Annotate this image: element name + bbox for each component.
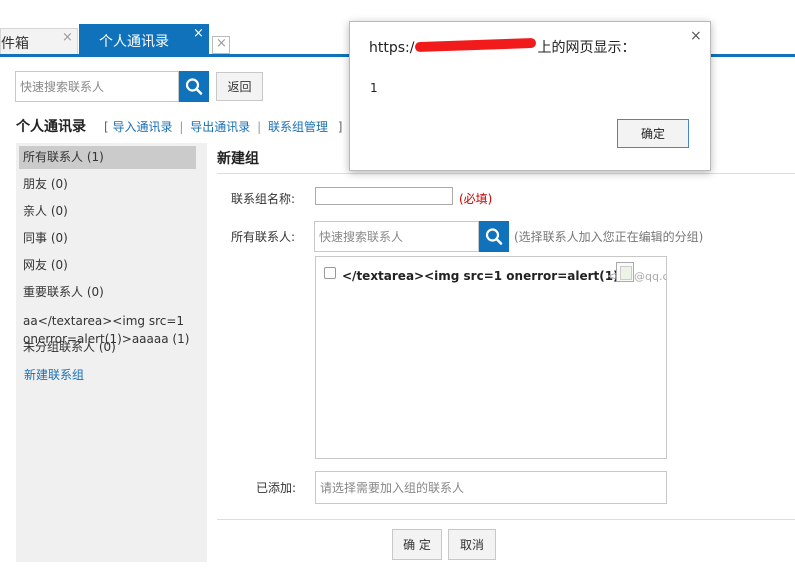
tab-broken-close-icon[interactable]: × bbox=[216, 36, 227, 51]
tab-contacts[interactable]: 个人通讯录 × bbox=[79, 24, 209, 55]
contact-checkbox[interactable] bbox=[324, 267, 336, 279]
redaction-mark bbox=[415, 37, 537, 53]
import-contacts-link[interactable]: 导入通讯录 bbox=[113, 120, 173, 134]
back-button[interactable]: 返回 bbox=[216, 72, 263, 101]
form-contact-search-input[interactable] bbox=[314, 221, 479, 252]
top-header-strip bbox=[0, 0, 795, 6]
tab-mail-label: 件箱 bbox=[1, 36, 29, 52]
group-name-label: 联系组名称: bbox=[231, 192, 296, 206]
sidebar-item-ungrouped[interactable]: 未分组联系人 (0) bbox=[23, 338, 116, 355]
export-contacts-link[interactable]: 导出通讯录 bbox=[190, 120, 250, 134]
tab-mail[interactable]: 件箱 × bbox=[0, 28, 78, 54]
alert-dialog: https:/ 上的网页显示： × 1 确定 bbox=[349, 21, 711, 171]
tab-broken-image-icon[interactable]: × bbox=[212, 36, 230, 54]
dialog-message: 1 bbox=[370, 81, 378, 95]
dialog-title-prefix: https:/ bbox=[369, 40, 415, 56]
magnifier-icon bbox=[485, 228, 503, 245]
confirm-button[interactable]: 确 定 bbox=[392, 529, 442, 560]
section-title: 个人通讯录 bbox=[16, 119, 86, 135]
form-divider bbox=[217, 173, 795, 174]
dialog-close-icon[interactable]: × bbox=[690, 28, 702, 44]
cancel-button[interactable]: 取消 bbox=[448, 529, 496, 560]
dialog-title: https:/ 上的网页显示： bbox=[369, 37, 635, 57]
tab-contacts-label: 个人通讯录 bbox=[99, 34, 169, 50]
added-label: 已添加: bbox=[256, 481, 297, 495]
added-contacts-input[interactable] bbox=[315, 471, 667, 504]
broken-image-icon bbox=[616, 262, 634, 282]
magnifier-icon bbox=[185, 78, 203, 95]
link-separator: | bbox=[257, 120, 262, 134]
bracket-open: [ bbox=[104, 120, 109, 134]
sidebar-item-friends[interactable]: 朋友 (0) bbox=[19, 173, 196, 196]
dialog-title-suffix: 上的网页显示： bbox=[537, 40, 636, 56]
select-hint: (选择联系人加入您正在编辑的分组) bbox=[514, 230, 704, 244]
sidebar-item-all-contacts[interactable]: 所有联系人 (1) bbox=[19, 146, 196, 169]
sidebar-item-family[interactable]: 亲人 (0) bbox=[19, 200, 196, 223]
contact-name[interactable]: </textarea><img src=1 onerror=alert(1)> bbox=[342, 269, 629, 283]
contacts-toolbar-links: [ 导入通讯录 | 导出通讯录 | 联系组管理 ] bbox=[104, 118, 342, 135]
all-contacts-label: 所有联系人: bbox=[231, 230, 296, 244]
form-contact-search-button[interactable] bbox=[479, 221, 509, 252]
bottom-divider bbox=[217, 519, 795, 520]
contact-search-input[interactable] bbox=[15, 71, 179, 102]
new-group-link[interactable]: 新建联系组 bbox=[24, 366, 84, 383]
link-separator: | bbox=[179, 120, 184, 134]
bracket-close: ] bbox=[337, 120, 343, 134]
contact-search-button[interactable] bbox=[179, 71, 209, 102]
group-sidebar: 所有联系人 (1) 朋友 (0) 亲人 (0) 同事 (0) 网友 (0) 重要… bbox=[16, 143, 207, 562]
contact-list: </textarea><img src=1 onerror=alert(1)> … bbox=[315, 256, 667, 459]
group-management-link[interactable]: 联系组管理 bbox=[268, 120, 328, 134]
tab-mail-close-icon[interactable]: × bbox=[62, 30, 73, 45]
sidebar-item-netfriends[interactable]: 网友 (0) bbox=[19, 254, 196, 277]
contact-email: @qq.c bbox=[634, 270, 667, 283]
tab-contacts-close-icon[interactable]: × bbox=[193, 26, 204, 41]
form-title: 新建组 bbox=[217, 151, 259, 167]
group-name-input[interactable] bbox=[315, 187, 453, 205]
required-note: (必填) bbox=[459, 192, 493, 206]
sidebar-item-colleagues[interactable]: 同事 (0) bbox=[19, 227, 196, 250]
sidebar-item-important[interactable]: 重要联系人 (0) bbox=[19, 281, 196, 304]
dialog-ok-button[interactable]: 确定 bbox=[617, 119, 689, 148]
